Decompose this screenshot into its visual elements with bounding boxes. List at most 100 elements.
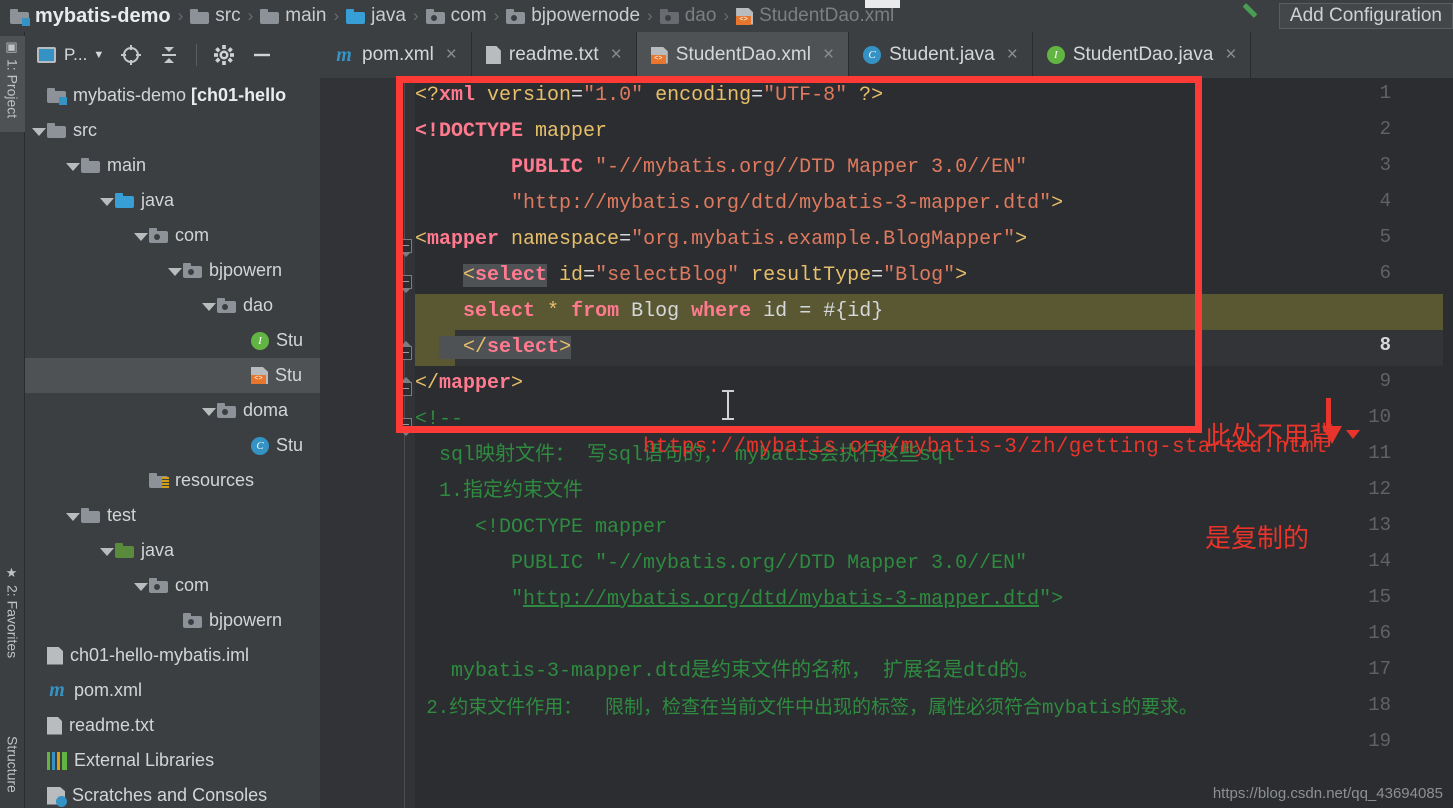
collapse-all-icon[interactable] xyxy=(158,44,180,66)
annotation-note-line2: 是复制的 xyxy=(1205,524,1310,553)
folder-icon xyxy=(260,8,280,24)
editor-gutter[interactable] xyxy=(320,78,415,808)
minimize-icon[interactable] xyxy=(251,44,273,66)
chevron-down-icon[interactable] xyxy=(97,542,115,560)
close-icon[interactable]: × xyxy=(611,44,622,66)
class-icon: C xyxy=(863,46,882,64)
chevron-down-icon[interactable] xyxy=(29,122,47,140)
tree-item-ch01-hello-mybatis-iml[interactable]: ch01-hello-mybatis.iml xyxy=(25,638,320,673)
package-icon xyxy=(506,8,526,24)
tree-item-label: src xyxy=(73,120,97,140)
breadcrumb-item-bjpowernode[interactable]: bjpowernode xyxy=(504,5,642,27)
project-view-selector[interactable]: P... ▼ xyxy=(37,45,104,65)
chevron-down-icon[interactable] xyxy=(199,297,217,315)
folder-blue-icon xyxy=(346,8,366,24)
breadcrumb-item-java[interactable]: java xyxy=(344,5,408,27)
gear-icon[interactable] xyxy=(213,44,235,66)
breadcrumb-item-com[interactable]: com xyxy=(424,5,489,27)
code-line: PUBLIC "-//mybatis.org//DTD Mapper 3.0//… xyxy=(415,552,1028,575)
tree-item-test[interactable]: test xyxy=(25,498,320,533)
chevron-down-icon[interactable] xyxy=(97,192,115,210)
tree-item-external-libraries[interactable]: External Libraries xyxy=(25,743,320,778)
tree-item-main[interactable]: main xyxy=(25,148,320,183)
tree-item-mybatis-demo[interactable]: mybatis-demo [ch01-hello xyxy=(25,78,320,113)
add-configuration-button[interactable]: Add Configuration xyxy=(1278,3,1453,29)
run-hammer-icon[interactable] xyxy=(1239,3,1261,27)
fold-marker[interactable] xyxy=(398,377,412,396)
tab-studentdao-xml[interactable]: <> StudentDao.xml × xyxy=(636,32,850,78)
breadcrumb-item-dao[interactable]: dao xyxy=(658,5,719,27)
tree-item-label: dao xyxy=(243,295,274,315)
chevron-down-icon[interactable] xyxy=(63,157,81,175)
project-tree[interactable]: mybatis-demo [ch01-hello src main java com bj… xyxy=(25,78,320,808)
tree-item-label: com xyxy=(175,225,210,245)
code-line: mybatis-3-mapper.dtd是约束文件的名称， 扩展名是dtd的。 xyxy=(415,660,1040,683)
breadcrumb-separator-icon: › xyxy=(493,6,500,25)
tab-pom-xml[interactable]: m pom.xml × xyxy=(320,32,472,78)
tree-item-label: Scratches and Consoles xyxy=(72,785,268,805)
fold-marker[interactable] xyxy=(398,418,412,436)
tree-item-label: ch01-hello-mybatis.iml xyxy=(70,645,250,665)
tree-item-java[interactable]: java xyxy=(25,183,320,218)
breadcrumb-label: src xyxy=(215,5,241,26)
tree-item-label: Stu xyxy=(276,435,304,455)
sidebar-item-favorites[interactable]: ★ 2: Favorites xyxy=(0,562,25,682)
chevron-down-icon[interactable] xyxy=(199,402,217,420)
breadcrumb-separator-icon: › xyxy=(247,6,254,25)
sidebar-item-label: Structure xyxy=(4,736,21,793)
tree-item-stu[interactable]: C Stu xyxy=(25,428,320,463)
breadcrumb-separator-icon: › xyxy=(412,6,419,25)
tree-item-doma[interactable]: doma xyxy=(25,393,320,428)
tree-item-scratches-and-consoles[interactable]: Scratches and Consoles xyxy=(25,778,320,808)
breadcrumb-item-src[interactable]: src xyxy=(188,5,242,27)
close-icon[interactable]: × xyxy=(446,44,457,66)
fold-marker[interactable] xyxy=(398,239,412,257)
chevron-down-icon[interactable] xyxy=(131,227,149,245)
tree-item-readme-txt[interactable]: readme.txt xyxy=(25,708,320,743)
close-icon[interactable]: × xyxy=(823,44,834,66)
tree-item-dao[interactable]: dao xyxy=(25,288,320,323)
tree-item-resources[interactable]: resources xyxy=(25,463,320,498)
project-panel-toolbar: P... ▼ xyxy=(25,32,320,78)
tree-item-com[interactable]: com xyxy=(25,218,320,253)
fold-marker[interactable] xyxy=(398,341,412,360)
annotation-url-tick-icon xyxy=(1346,430,1360,439)
chevron-down-icon[interactable] xyxy=(131,577,149,595)
tooltip-remnant xyxy=(865,0,900,8)
tree-item-bjpowern[interactable]: bjpowern xyxy=(25,603,320,638)
tree-item-pom-xml[interactable]: m pom.xml xyxy=(25,673,320,708)
close-icon[interactable]: × xyxy=(1007,44,1018,66)
maven-icon: m xyxy=(336,43,352,66)
breadcrumb-separator-icon: › xyxy=(177,6,184,25)
tree-item-label: readme.txt xyxy=(69,715,155,735)
breadcrumb-bar: mybatis-demo › src › main › java › com ›… xyxy=(0,0,1453,32)
close-icon[interactable]: × xyxy=(1225,44,1236,66)
tree-item-label: bjpowern xyxy=(209,610,283,630)
tree-item-src[interactable]: src xyxy=(25,113,320,148)
sidebar-item-structure[interactable]: Structure xyxy=(0,732,25,808)
tree-item-java[interactable]: java xyxy=(25,533,320,568)
interface-icon: I xyxy=(1046,46,1065,64)
package-icon xyxy=(183,613,202,628)
breadcrumb-item-main[interactable]: main xyxy=(258,5,328,27)
tab-studentdao-java[interactable]: I StudentDao.java × xyxy=(1033,32,1252,78)
breadcrumb-item-project[interactable]: mybatis-demo xyxy=(8,5,173,28)
sidebar-item-project[interactable]: ▣ 1: Project xyxy=(0,36,25,132)
chevron-down-icon[interactable] xyxy=(165,262,183,280)
chevron-down-icon[interactable] xyxy=(63,507,81,525)
tab-readme-txt[interactable]: readme.txt × xyxy=(472,32,637,78)
code-line: "http://mybatis.org/dtd/mybatis-3-mapper… xyxy=(511,192,1064,215)
locate-target-icon[interactable] xyxy=(120,44,142,66)
tab-student-java[interactable]: C Student.java × xyxy=(849,32,1033,78)
fold-marker[interactable] xyxy=(398,275,412,293)
tree-item-label: resources xyxy=(175,470,255,490)
tree-item-com[interactable]: com xyxy=(25,568,320,603)
tab-label: readme.txt xyxy=(508,44,599,65)
editor-scrollbar[interactable] xyxy=(1443,78,1453,808)
tree-item-bjpowern[interactable]: bjpowern xyxy=(25,253,320,288)
breadcrumb-item-studentdao-xml[interactable]: <> StudentDao.xml xyxy=(734,5,896,27)
tree-item-stu[interactable]: I Stu xyxy=(25,323,320,358)
code-line: 1.指定约束文件 xyxy=(415,480,584,503)
tree-item-stu[interactable]: <> Stu xyxy=(25,358,320,393)
